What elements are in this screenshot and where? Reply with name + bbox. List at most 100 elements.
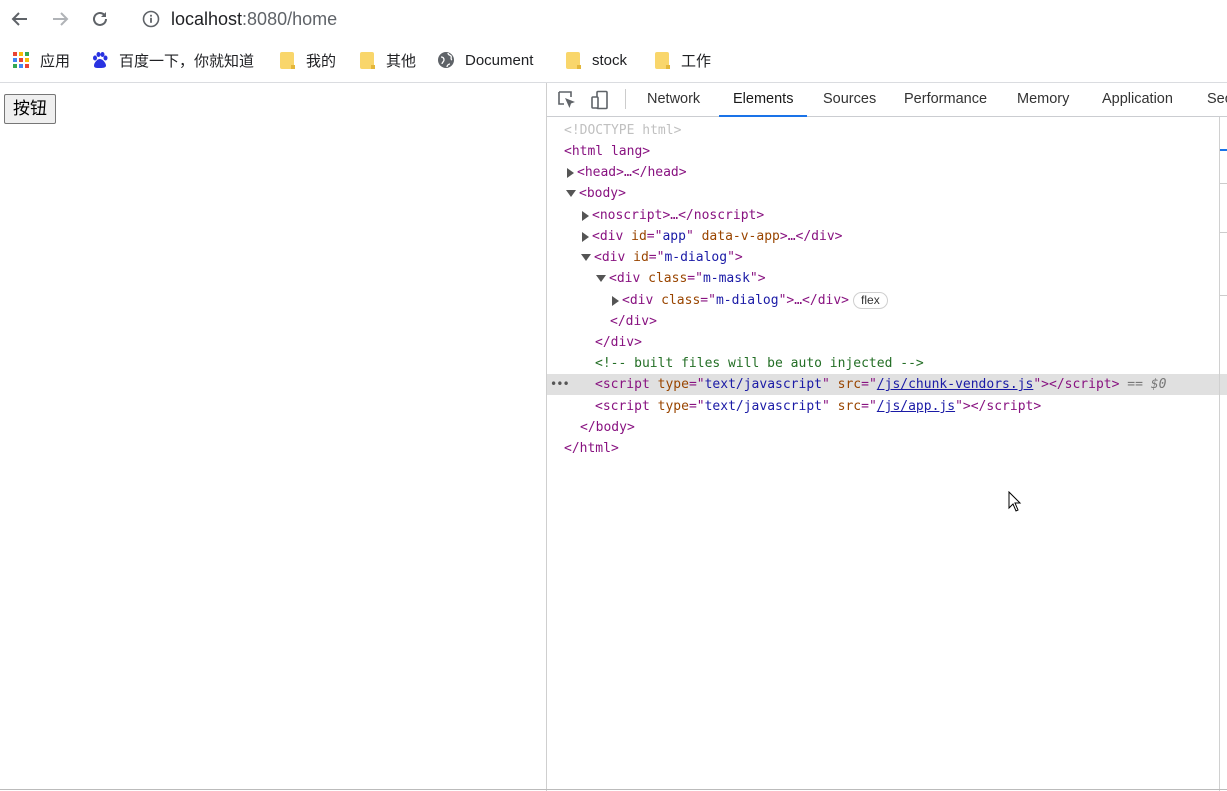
tag-close: </html> — [564, 441, 619, 456]
attr-value: text/javascript — [704, 399, 822, 414]
tag-open: <div — [594, 250, 634, 265]
device-mobile-icon — [591, 90, 608, 110]
page-button[interactable]: 按钮 — [4, 94, 56, 124]
dom-tree: <!DOCTYPE html> <html lang> <head>…</hea… — [547, 117, 1227, 791]
head-tag: <head>…</head> — [577, 165, 687, 180]
attr-name: data-v-app — [701, 229, 780, 244]
bookmark-label: Document — [465, 51, 534, 69]
dom-node-html[interactable]: <html lang> — [547, 141, 1227, 162]
noscript-tag: <noscript>…</noscript> — [592, 208, 765, 223]
tag-open: <div — [609, 271, 649, 286]
dom-node-div-m-dialog[interactable]: <div id="m-dialog"> — [547, 247, 1227, 268]
bookmark-label: 百度一下，你就知道 — [119, 52, 255, 70]
bookmark-baidu[interactable]: 百度一下，你就知道 — [91, 46, 254, 74]
flex-badge[interactable]: flex — [853, 292, 888, 309]
inspect-element-button[interactable] — [556, 90, 578, 110]
attr-name: class — [661, 293, 701, 308]
dom-node-close-div[interactable]: </div> — [547, 311, 1227, 332]
reload-icon — [93, 11, 107, 26]
dom-node-comment[interactable]: <!-- built files will be auto injected -… — [547, 353, 1227, 374]
dom-node-body[interactable]: <body> — [547, 183, 1227, 204]
site-info-button[interactable] — [140, 8, 162, 30]
html-open-tag: <html lang> — [564, 144, 651, 159]
tag-close: </body> — [580, 420, 635, 435]
script-src-link[interactable]: /js/app.js — [877, 399, 955, 414]
bookmark-apps[interactable]: 应用 — [12, 46, 70, 74]
apps-grid-icon — [12, 51, 30, 69]
attr-name: type — [657, 377, 689, 392]
window-bottom-border — [0, 789, 1227, 790]
info-icon — [142, 10, 160, 28]
expand-triangle-icon[interactable] — [612, 295, 619, 306]
doctype-text: <!DOCTYPE html> — [564, 123, 682, 138]
tag-open: <div — [592, 229, 632, 244]
attr-name: class — [648, 271, 688, 286]
forward-button[interactable] — [47, 6, 73, 32]
dom-node-body-close[interactable]: </body> — [547, 417, 1227, 438]
tab-security[interactable]: Sec — [1207, 83, 1227, 116]
dom-node-script-vendors[interactable]: ••• <script type="text/javascript" src="… — [547, 374, 1227, 395]
folder-icon — [278, 51, 296, 69]
device-toolbar-button[interactable] — [589, 90, 611, 110]
bookmark-document[interactable]: Document — [437, 46, 533, 74]
more-options-icon[interactable]: ••• — [550, 374, 570, 395]
tab-performance[interactable]: Performance — [904, 83, 987, 116]
browser-toolbar: localhost:8080/home — [0, 0, 1227, 38]
bookmark-label: 应用 — [40, 52, 71, 70]
url-path: :8080/home — [242, 9, 338, 29]
dom-node-doctype[interactable]: <!DOCTYPE html> — [547, 120, 1227, 141]
dom-node-html-close[interactable]: </html> — [547, 438, 1227, 459]
folder-icon — [564, 51, 582, 69]
tab-memory[interactable]: Memory — [1017, 83, 1069, 116]
tab-network[interactable]: Network — [647, 83, 700, 116]
url-host: localhost — [171, 9, 243, 29]
devtools-panel: Network Elements Sources Performance Mem… — [546, 83, 1227, 791]
script-src-link[interactable]: /js/chunk-vendors.js — [877, 377, 1034, 392]
body-open-tag: <body> — [579, 186, 626, 201]
dom-node-div-app[interactable]: <div id="app" data-v-app>…</div> — [547, 226, 1227, 247]
expand-triangle-icon[interactable] — [582, 210, 589, 221]
tag-close: </div> — [595, 335, 642, 350]
arrow-left-icon — [11, 12, 27, 26]
bookmark-label: 其他 — [386, 52, 417, 70]
tab-application[interactable]: Application — [1102, 83, 1173, 116]
tag-tail: >…</div> — [786, 293, 850, 308]
reload-button[interactable] — [87, 6, 113, 32]
tab-sources[interactable]: Sources — [823, 83, 876, 116]
dom-node-script-app[interactable]: <script type="text/javascript" src="/js/… — [547, 396, 1227, 417]
inspect-cursor-icon — [558, 91, 575, 108]
dom-node-noscript[interactable]: <noscript>…</noscript> — [547, 205, 1227, 226]
expand-triangle-icon[interactable] — [567, 167, 574, 178]
attr-value: m-mask — [702, 271, 750, 286]
address-bar[interactable]: localhost:8080/home — [171, 8, 337, 30]
folder-icon — [358, 51, 376, 69]
bookmark-folder-mine[interactable]: 我的 — [278, 46, 336, 74]
attr-name: type — [657, 399, 689, 414]
bookmark-folder-stock[interactable]: stock — [564, 46, 627, 74]
baidu-paw-icon — [91, 51, 109, 69]
arrow-right-icon — [53, 12, 69, 26]
tag-open: <div — [622, 293, 662, 308]
attr-value: m-dialog — [664, 250, 728, 265]
html-comment: <!-- built files will be auto injected -… — [595, 356, 924, 371]
expand-triangle-icon[interactable] — [582, 231, 589, 242]
dom-node-close-div[interactable]: </div> — [547, 332, 1227, 353]
tab-elements[interactable]: Elements — [718, 83, 809, 117]
attr-name: src — [837, 377, 862, 392]
globe-icon — [437, 51, 455, 69]
attr-name: id — [633, 250, 649, 265]
collapse-triangle-icon[interactable] — [566, 190, 576, 197]
bookmark-folder-other[interactable]: 其他 — [358, 46, 416, 74]
collapse-triangle-icon[interactable] — [596, 275, 606, 282]
dom-node-div-inner-dialog[interactable]: <div class="m-dialog">…</div> flex — [547, 290, 1227, 311]
bookmark-folder-work[interactable]: 工作 — [653, 46, 711, 74]
dom-node-head[interactable]: <head>…</head> — [547, 162, 1227, 183]
bookmark-label: 工作 — [681, 52, 712, 70]
selected-node-marker: == $0 — [1127, 377, 1167, 392]
toolbar-separator — [625, 89, 626, 109]
collapse-triangle-icon[interactable] — [581, 254, 591, 261]
back-button[interactable] — [7, 6, 33, 32]
attr-value: m-dialog — [715, 293, 779, 308]
dom-node-div-m-mask[interactable]: <div class="m-mask"> — [547, 268, 1227, 289]
tag-close: </div> — [610, 314, 657, 329]
